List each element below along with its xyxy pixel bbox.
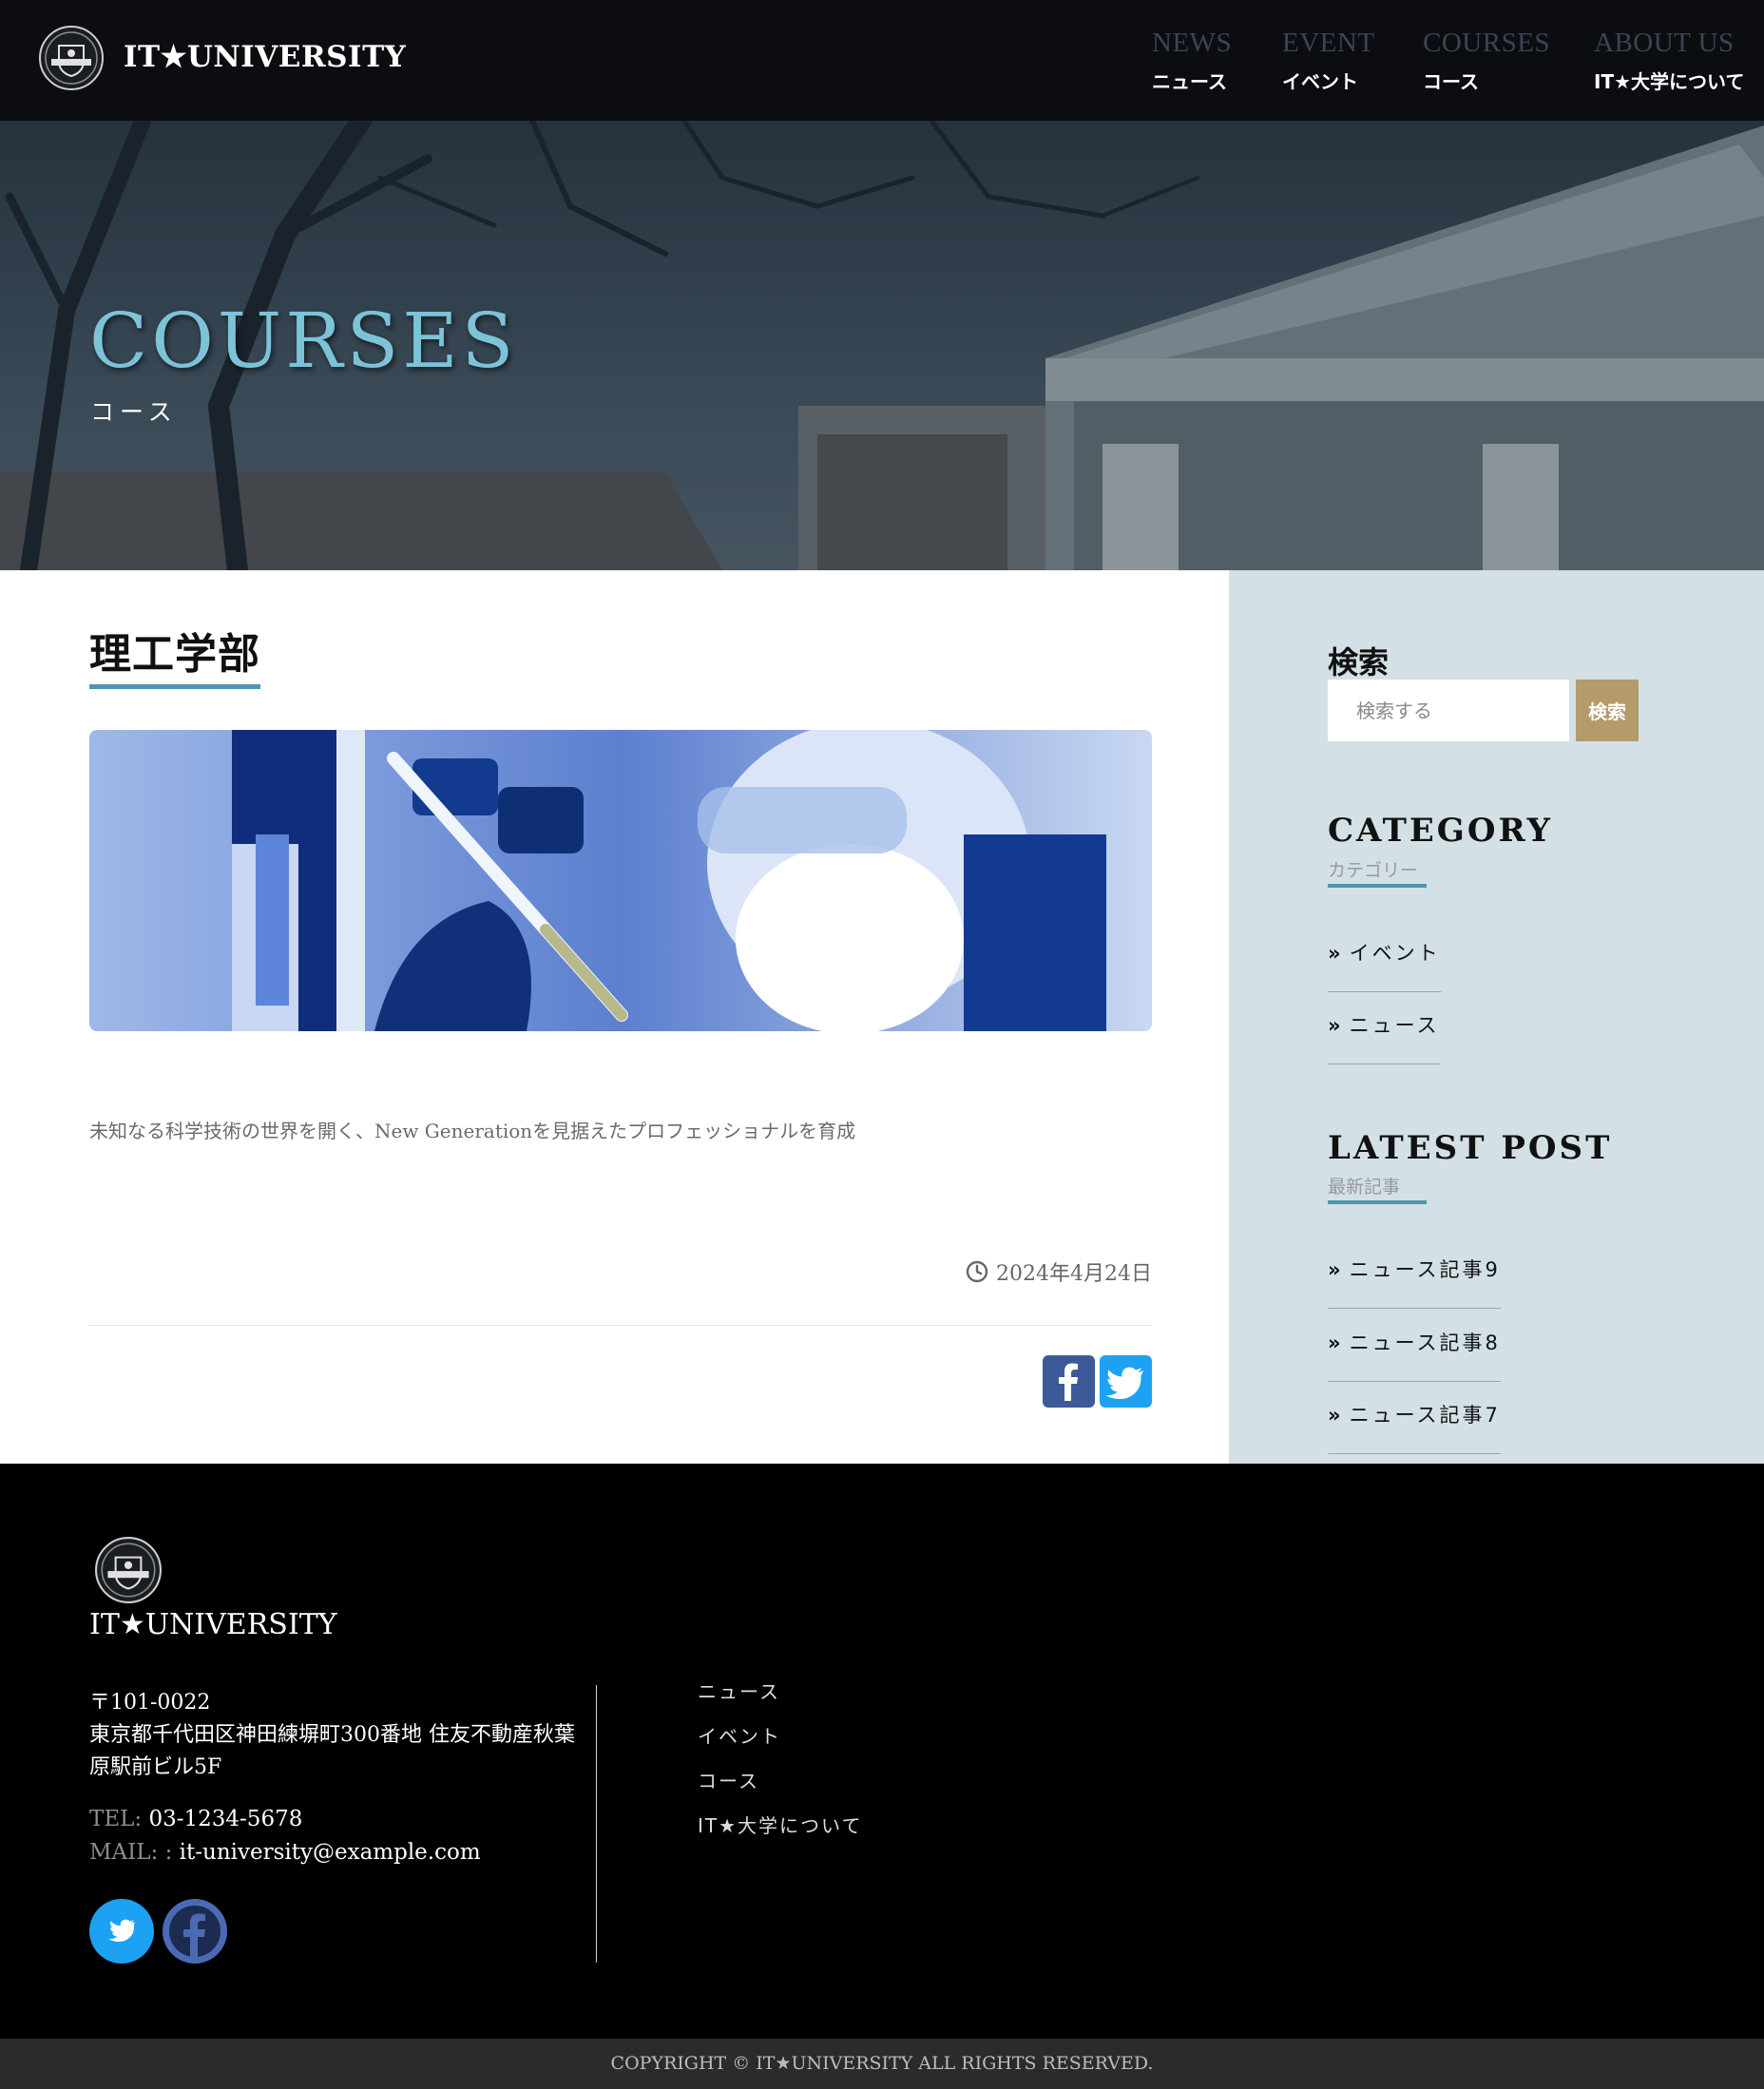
site-footer: IT★UNIVERSITY 〒101-0022 東京都千代田区神田練塀町300番… bbox=[0, 1464, 1764, 2039]
footer-contact: TEL: 03-1234-5678 MAIL: : it-university@… bbox=[89, 1803, 481, 1869]
share-facebook-button[interactable] bbox=[1043, 1355, 1095, 1408]
footer-address: 〒101-0022 東京都千代田区神田練塀町300番地 住友不動産秋葉原駅前ビル… bbox=[89, 1687, 584, 1784]
double-chevron-right-icon: » bbox=[1328, 1258, 1344, 1281]
footer-street-address: 東京都千代田区神田練塀町300番地 住友不動産秋葉原駅前ビル5F bbox=[89, 1723, 575, 1779]
nav-item-about[interactable]: ABOUT US IT★大学について bbox=[1594, 25, 1744, 95]
sidebar-link-label: ニュース記事7 bbox=[1349, 1404, 1501, 1427]
facebook-icon bbox=[169, 1906, 220, 1962]
sidebar-latest-post-7[interactable]: » ニュース記事7 bbox=[1328, 1400, 1501, 1454]
post-divider bbox=[89, 1325, 1152, 1326]
footer-brand[interactable]: IT★UNIVERSITY bbox=[89, 1608, 337, 1641]
sidebar: 検索 検索 CATEGORY カテゴリー »イベント »ニュース LATEST … bbox=[1229, 570, 1764, 1464]
footer-tel: TEL: 03-1234-5678 bbox=[89, 1803, 481, 1836]
mail-value[interactable]: it-university@example.com bbox=[180, 1840, 481, 1865]
copyright-bar: COPYRIGHT © IT★UNIVERSITY ALL RIGHTS RES… bbox=[0, 2039, 1764, 2089]
hero-subtitle: コース bbox=[90, 398, 178, 426]
main-nav: NEWS ニュース EVENT イベント COURSES コース ABOUT U… bbox=[0, 25, 1764, 101]
hero-title: COURSES bbox=[89, 297, 518, 385]
footer-postal-code: 〒101-0022 bbox=[89, 1691, 211, 1715]
category-heading: CATEGORY bbox=[1328, 812, 1553, 850]
post-date-text: 2024年4月24日 bbox=[996, 1262, 1152, 1286]
footer-twitter-button[interactable] bbox=[89, 1899, 154, 1964]
latest-post-heading: LATEST POST bbox=[1328, 1129, 1613, 1167]
search-input[interactable] bbox=[1328, 680, 1569, 741]
sidebar-latest-post-9[interactable]: » ニュース記事9 bbox=[1328, 1255, 1501, 1309]
share-twitter-button[interactable] bbox=[1100, 1355, 1152, 1408]
nav-item-ja-label: イベント bbox=[1282, 70, 1358, 93]
post-date: 2024年4月24日 bbox=[966, 1256, 1152, 1287]
footer-link-courses[interactable]: コース bbox=[698, 1759, 862, 1804]
footer-nav: ニュース イベント コース IT★大学について bbox=[698, 1670, 862, 1849]
double-chevron-right-icon: » bbox=[1328, 1332, 1344, 1354]
footer-link-event[interactable]: イベント bbox=[698, 1715, 862, 1759]
nav-item-ja-label: ニュース bbox=[1152, 70, 1227, 93]
double-chevron-right-icon: » bbox=[1328, 942, 1344, 965]
footer-link-news[interactable]: ニュース bbox=[698, 1670, 862, 1715]
sidebar-link-label: ニュース bbox=[1349, 1014, 1440, 1037]
sidebar-category-event[interactable]: » イベント bbox=[1328, 938, 1441, 992]
post-featured-image bbox=[89, 730, 1152, 1031]
tel-label: TEL: bbox=[89, 1807, 143, 1831]
post-description: 未知なる科学技術の世界を開く、New Generationを見据えたプロフェッシ… bbox=[89, 1120, 856, 1142]
search-button[interactable]: 検索 bbox=[1576, 680, 1639, 741]
nav-item-en-label: COURSES bbox=[1423, 28, 1551, 58]
nav-item-courses[interactable]: COURSES コース bbox=[1423, 25, 1550, 95]
site-header: IT★UNIVERSITY NEWS ニュース EVENT イベント COURS… bbox=[0, 0, 1764, 121]
hero-banner: COURSES コース bbox=[0, 121, 1764, 570]
twitter-icon bbox=[1105, 1367, 1143, 1399]
nav-item-en-label: EVENT bbox=[1282, 28, 1375, 58]
sidebar-latest-post-8[interactable]: » ニュース記事8 bbox=[1328, 1328, 1501, 1382]
main-content: 理工学部 未知なる科学技術の世界を開く、New Generationを見据えたプ… bbox=[0, 570, 1229, 1464]
category-subheading: カテゴリー bbox=[1328, 856, 1427, 888]
double-chevron-right-icon: » bbox=[1328, 1014, 1344, 1037]
tel-value[interactable]: 03-1234-5678 bbox=[148, 1807, 302, 1831]
sidebar-category-news[interactable]: » ニュース bbox=[1328, 1010, 1440, 1064]
nav-item-ja-label: コース bbox=[1423, 70, 1479, 93]
clock-icon bbox=[966, 1260, 988, 1283]
sidebar-link-label: イベント bbox=[1349, 942, 1441, 965]
footer-divider bbox=[596, 1685, 597, 1963]
nav-item-event[interactable]: EVENT イベント bbox=[1282, 25, 1375, 95]
university-seal-icon[interactable] bbox=[94, 1536, 163, 1604]
search-heading: 検索 bbox=[1328, 644, 1390, 680]
nav-item-en-label: NEWS bbox=[1152, 28, 1233, 58]
footer-link-about[interactable]: IT★大学について bbox=[698, 1804, 862, 1849]
nav-item-en-label: ABOUT US bbox=[1594, 28, 1735, 58]
facebook-icon bbox=[1059, 1363, 1078, 1401]
twitter-icon bbox=[108, 1919, 135, 1942]
sidebar-link-label: ニュース記事9 bbox=[1349, 1258, 1501, 1281]
post-title: 理工学部 bbox=[89, 620, 260, 689]
nav-item-news[interactable]: NEWS ニュース bbox=[1152, 25, 1232, 95]
double-chevron-right-icon: » bbox=[1328, 1404, 1344, 1427]
latest-post-subheading: 最新記事 bbox=[1328, 1173, 1427, 1204]
footer-facebook-button[interactable] bbox=[163, 1899, 227, 1964]
footer-mail: MAIL: : it-university@example.com bbox=[89, 1836, 481, 1869]
sidebar-link-label: ニュース記事8 bbox=[1349, 1332, 1501, 1354]
nav-item-ja-label: IT★大学について bbox=[1594, 70, 1745, 93]
mail-label: MAIL: : bbox=[89, 1840, 173, 1865]
